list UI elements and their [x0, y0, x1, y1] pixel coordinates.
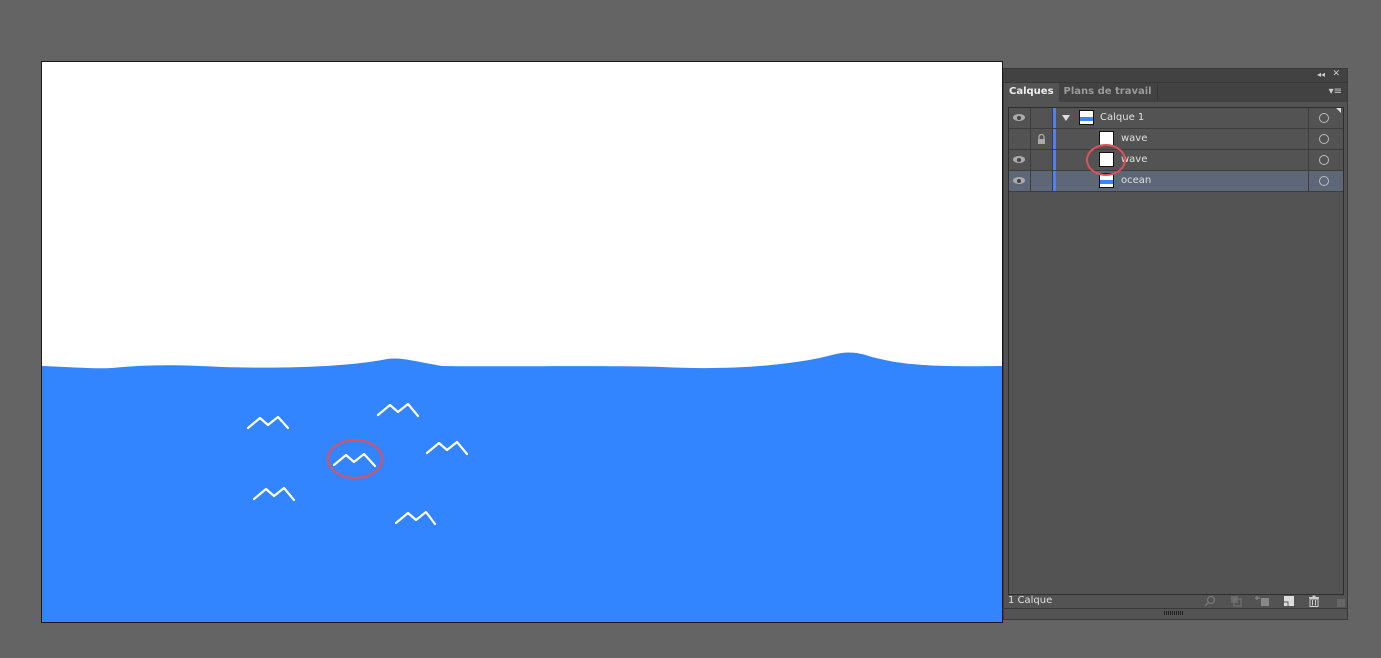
layers-panel: ◂◂ ✕ Calques Plans de travail ▾≡ Calque … [1003, 68, 1348, 620]
lock-toggle[interactable] [1031, 171, 1053, 191]
tab-calques[interactable]: Calques [1004, 83, 1059, 102]
trash-icon[interactable] [1308, 595, 1320, 607]
layer-row[interactable]: wave [1009, 150, 1343, 171]
layer-name[interactable]: Calque 1 [1100, 112, 1144, 123]
layer-color-bar [1053, 150, 1056, 170]
eye-icon [1013, 177, 1025, 184]
artboard[interactable] [41, 61, 1003, 623]
target-circle-icon [1319, 113, 1329, 123]
target-toggle[interactable] [1308, 171, 1343, 191]
layer-count: 1 Calque [1008, 595, 1053, 606]
panel-tabs: Calques Plans de travail ▾≡ [1004, 83, 1347, 102]
target-toggle[interactable] [1308, 108, 1343, 128]
layer-row[interactable]: Calque 1 [1009, 108, 1343, 129]
new-layer-icon[interactable] [1283, 595, 1295, 607]
target-circle-icon [1319, 134, 1329, 144]
lock-toggle[interactable] [1031, 150, 1053, 170]
ocean-shape[interactable] [42, 352, 1002, 622]
make-clipping-mask-icon[interactable] [1230, 595, 1242, 607]
resize-handle[interactable] [1337, 599, 1345, 607]
selection-corner-icon [1336, 108, 1341, 113]
double-chevron-left-icon[interactable]: ◂◂ [1317, 70, 1325, 79]
close-icon[interactable]: ✕ [1332, 69, 1340, 79]
target-toggle[interactable] [1308, 150, 1343, 170]
artwork [42, 352, 1002, 622]
target-circle-icon [1319, 155, 1329, 165]
panel-menu-icon[interactable]: ▾≡ [1329, 86, 1342, 97]
expand-triangle-icon[interactable] [1062, 115, 1070, 121]
lock-toggle[interactable] [1031, 129, 1053, 149]
layer-color-bar [1053, 171, 1056, 191]
visibility-toggle[interactable] [1009, 150, 1031, 170]
visibility-toggle[interactable] [1009, 108, 1031, 128]
panel-footer: 1 Calque [1004, 594, 1347, 609]
lock-icon [1038, 134, 1045, 144]
layer-row[interactable]: ocean [1009, 171, 1343, 192]
layer-color-bar [1053, 129, 1056, 149]
grip-bars [1164, 611, 1184, 615]
panel-grip[interactable] [1004, 608, 1347, 619]
layer-name[interactable]: ocean [1121, 175, 1151, 186]
tab-plans-de-travail[interactable]: Plans de travail [1059, 83, 1158, 102]
highlight-circle [1086, 144, 1126, 176]
layer-color-bar [1053, 108, 1056, 128]
create-sublayer-icon[interactable] [1254, 595, 1270, 607]
panel-title-bar: ◂◂ ✕ [1004, 69, 1347, 83]
lock-toggle[interactable] [1031, 108, 1053, 128]
eye-icon [1013, 114, 1025, 121]
visibility-toggle[interactable] [1009, 171, 1031, 191]
locate-object-icon[interactable] [1204, 595, 1216, 607]
layers-list: Calque 1 wave wave ocean [1008, 107, 1344, 595]
visibility-toggle[interactable] [1009, 129, 1031, 149]
eye-icon [1013, 156, 1025, 163]
target-circle-icon [1319, 176, 1329, 186]
layer-thumbnail [1079, 110, 1094, 125]
target-toggle[interactable] [1308, 129, 1343, 149]
layer-name[interactable]: wave [1121, 133, 1147, 144]
layer-row[interactable]: wave [1009, 129, 1343, 150]
